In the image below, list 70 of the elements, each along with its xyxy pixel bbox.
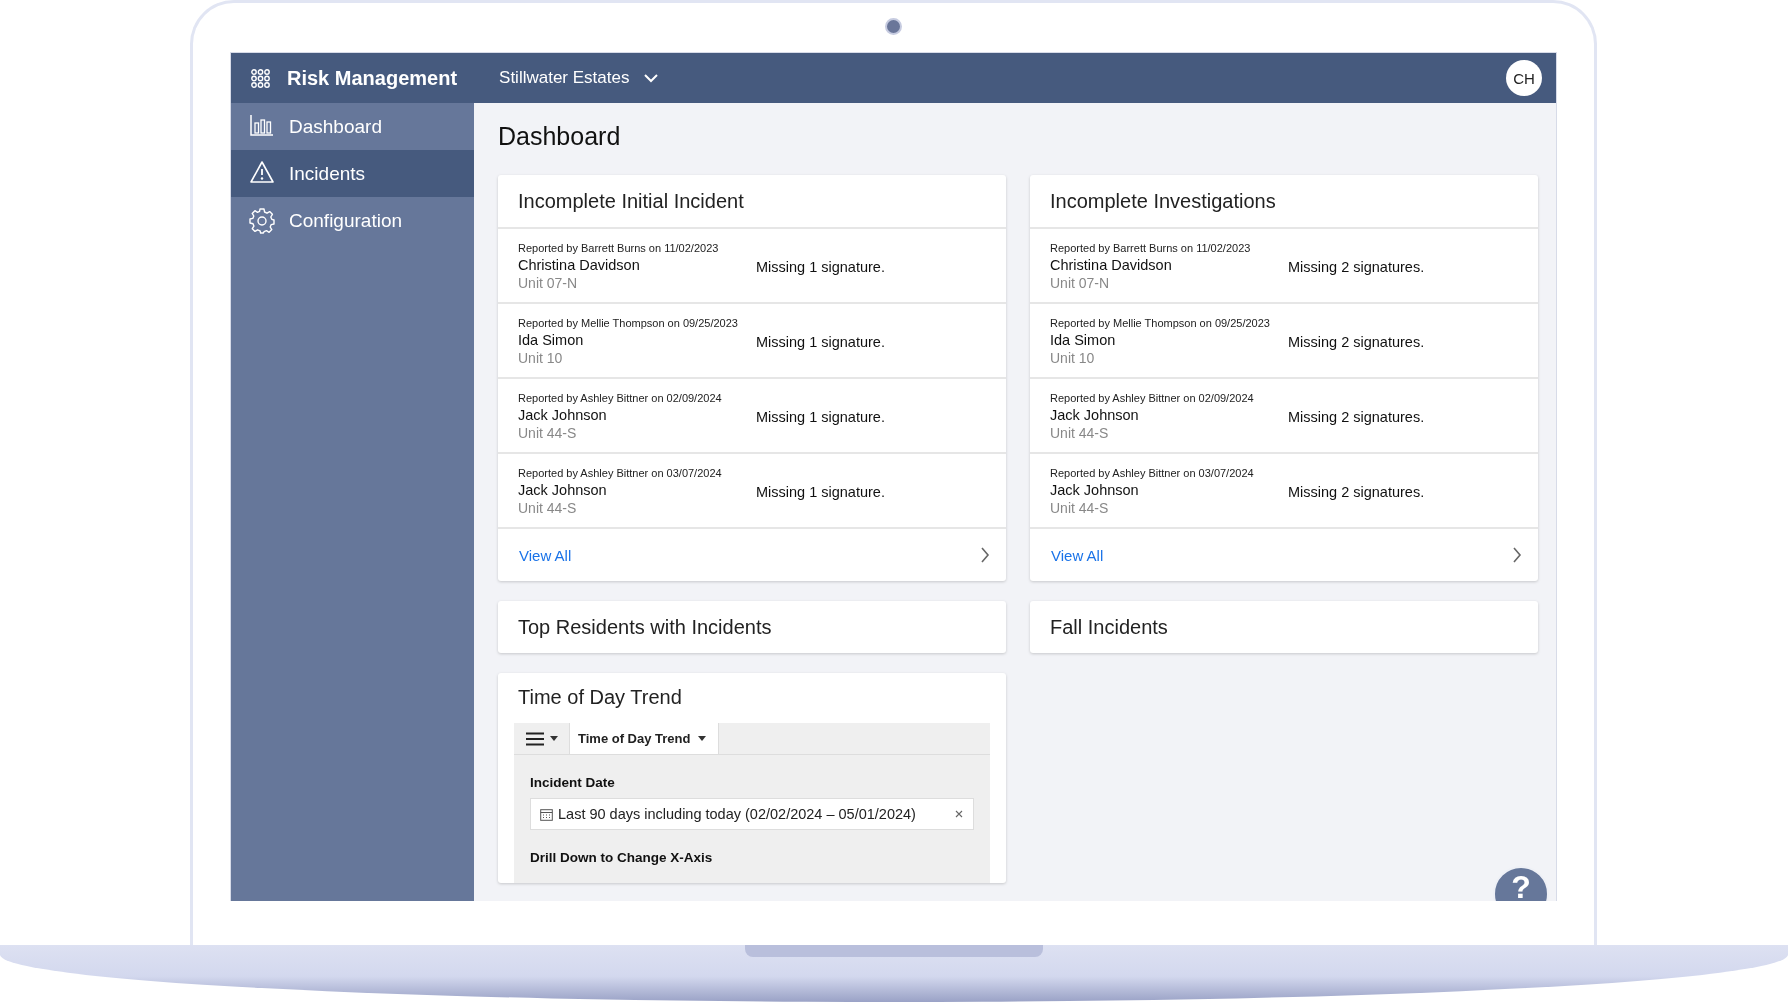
incident-row[interactable]: Reported by Barrett Burns on 11/02/2023 Christina Davidson Unit 07-N Missing 2 signatures. — [1030, 229, 1538, 304]
reported-by-text: Reported by Ashley Bittner on 03/07/2024 — [518, 467, 723, 479]
chevron-right-icon — [980, 547, 990, 563]
status-text: Missing 2 signatures. — [1288, 409, 1425, 425]
status-text: Missing 1 signature. — [756, 409, 885, 425]
unit-label: Unit 44-S — [518, 500, 578, 516]
incident-row[interactable]: Reported by Ashley Bittner on 02/09/2024 Jack Johnson Unit 44-S Missing 1 signature. — [498, 379, 1006, 454]
resident-name: Jack Johnson — [518, 407, 608, 423]
filter-label: Drill Down to Change X-Axis — [529, 849, 714, 865]
page-title: Dashboard — [498, 122, 622, 151]
status-text: Missing 2 signatures. — [1288, 484, 1425, 500]
reported-by-text: Reported by Ashley Bittner on 03/07/2024 — [1050, 467, 1255, 479]
menu-icon — [525, 731, 544, 746]
reported-by-text: Reported by Mellie Thompson on 09/25/2023 — [518, 317, 739, 329]
caret-icon — [698, 736, 707, 741]
report-tab[interactable]: Time of Day Trend — [570, 723, 720, 754]
resident-name: Christina Davidson — [518, 257, 641, 273]
sidebar-item[interactable]: Incidents — [231, 150, 474, 197]
unit-label: Unit 07-N — [518, 275, 579, 291]
sidebar-item[interactable]: Dashboard — [231, 103, 474, 150]
settings-icon — [249, 207, 275, 234]
incident-row[interactable]: Reported by Ashley Bittner on 03/07/2024 Jack Johnson Unit 44-S Missing 2 signatures. — [1030, 454, 1538, 529]
status-text: Missing 1 signature. — [756, 334, 885, 350]
view-all-link[interactable]: View All — [519, 546, 572, 564]
help-button[interactable]: ? — [1493, 866, 1549, 901]
card-title: Top Residents with Incidents — [517, 614, 773, 640]
reported-by-text: Reported by Mellie Thompson on 09/25/2023 — [1050, 317, 1271, 329]
date-range-field[interactable]: Last 90 days including today (02/02/2024 – 05/01/2024) — [530, 798, 974, 830]
incident-row[interactable]: Reported by Ashley Bittner on 02/09/2024 Jack Johnson Unit 44-S Missing 2 signatures. — [1030, 379, 1538, 454]
reported-by-text: Reported by Ashley Bittner on 02/09/2024 — [1050, 392, 1255, 404]
resident-name: Ida Simon — [1050, 332, 1117, 348]
incident-row[interactable]: Reported by Mellie Thompson on 09/25/2023 Ida Simon Unit 10 Missing 1 signature. — [498, 304, 1006, 379]
app-grid-icon — [251, 68, 270, 88]
close-icon — [955, 810, 963, 818]
camera-dot — [885, 17, 902, 35]
reported-by-text: Reported by Barrett Burns on 11/02/2023 — [518, 242, 720, 254]
incident-row[interactable]: Reported by Ashley Bittner on 03/07/2024 Jack Johnson Unit 44-S Missing 1 signature. — [498, 454, 1006, 529]
caret-icon — [549, 736, 558, 741]
sidebar-item[interactable]: Configuration — [231, 197, 474, 244]
app-title: Risk Management — [287, 66, 458, 90]
reported-by-text: Reported by Ashley Bittner on 02/09/2024 — [518, 392, 723, 404]
unit-label: Unit 44-S — [1050, 425, 1110, 441]
status-text: Missing 2 signatures. — [1288, 334, 1425, 350]
card-title: Incomplete Investigations — [1030, 175, 1538, 229]
status-text: Missing 1 signature. — [756, 484, 885, 500]
reported-by-text: Reported by Barrett Burns on 11/02/2023 — [1050, 242, 1252, 254]
card-title: Incomplete Initial Incident — [498, 175, 1006, 229]
chevron-right-icon — [1512, 547, 1522, 563]
calendar-icon — [540, 807, 553, 821]
user-avatar[interactable]: CH — [1506, 60, 1542, 96]
resident-name: Ida Simon — [518, 332, 585, 348]
status-text: Missing 1 signature. — [756, 259, 885, 275]
unit-label: Unit 44-S — [518, 425, 578, 441]
card-title: Fall Incidents — [1049, 614, 1169, 640]
card-title: Time of Day Trend — [517, 685, 683, 710]
view-all-link[interactable]: View All — [1051, 546, 1104, 564]
incident-row[interactable]: Reported by Mellie Thompson on 09/25/2023 Ida Simon Unit 10 Missing 2 signatures. — [1030, 304, 1538, 379]
resident-name: Jack Johnson — [1050, 407, 1140, 423]
resident-name: Jack Johnson — [1050, 482, 1140, 498]
unit-label: Unit 44-S — [1050, 500, 1110, 516]
incident-row[interactable]: Reported by Barrett Burns on 11/02/2023 Christina Davidson Unit 07-N Missing 1 signature. — [498, 229, 1006, 304]
resident-name: Jack Johnson — [518, 482, 608, 498]
unit-label: Unit 07-N — [1050, 275, 1111, 291]
facility-dropdown[interactable]: Stillwater Estates — [495, 64, 664, 92]
resident-name: Christina Davidson — [1050, 257, 1173, 273]
status-text: Missing 2 signatures. — [1288, 259, 1425, 275]
unit-label: Unit 10 — [1050, 350, 1096, 366]
unit-label: Unit 10 — [518, 350, 564, 366]
chevron-down-icon — [643, 73, 660, 83]
filter-label: Incident Date — [529, 774, 616, 790]
